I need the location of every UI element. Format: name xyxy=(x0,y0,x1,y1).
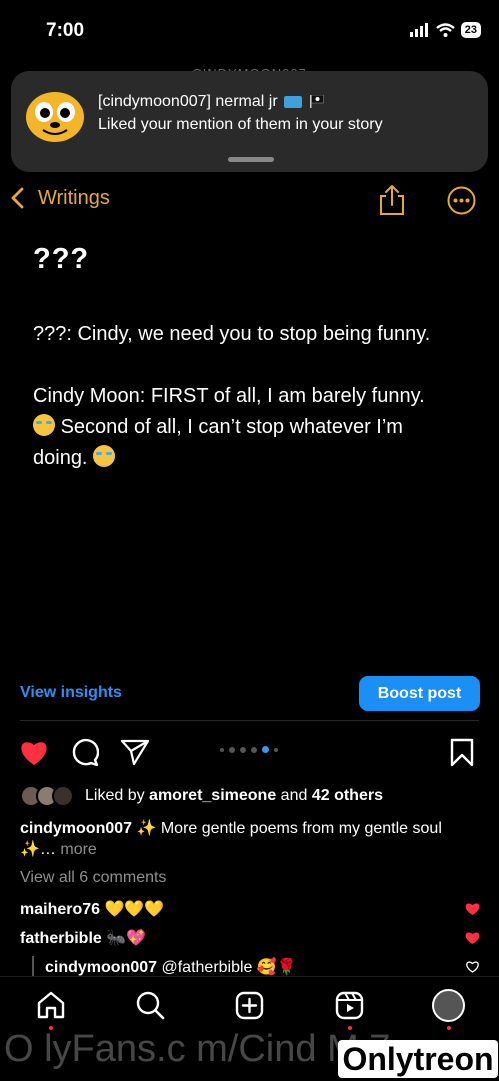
like-heart-icon[interactable] xyxy=(19,738,49,766)
profile-avatar[interactable] xyxy=(432,989,465,1022)
liker-username[interactable]: amoret_simeone xyxy=(149,787,276,804)
carousel-dot xyxy=(274,747,278,752)
post-caption: cindymoon007 ✨ More gentle poems from my… xyxy=(20,818,480,860)
note-body: ???: Cindy, we need you to stop being fu… xyxy=(33,319,473,474)
comment-username[interactable]: fatherbible xyxy=(20,930,102,947)
note-line-text: Second of all, I can’t stop whatever I’m xyxy=(60,416,403,438)
chevron-left-icon xyxy=(11,187,24,209)
view-insights-link[interactable]: View insights xyxy=(20,684,122,702)
likes-joiner: and xyxy=(280,787,308,804)
carousel-dot-active xyxy=(262,746,269,753)
notification-title-text: [cindymoon007] nermal jr xyxy=(98,93,278,110)
reply-text: @fatherbible 🥰🌹 xyxy=(161,959,297,976)
crying-emoji-icon xyxy=(33,414,55,436)
reels-icon[interactable] xyxy=(335,991,364,1020)
banner-grabber[interactable] xyxy=(228,157,274,162)
note-title: ??? xyxy=(33,243,90,275)
note-line: doing. xyxy=(33,443,473,474)
back-label: Writings xyxy=(38,186,110,209)
search-icon[interactable] xyxy=(135,990,165,1020)
bookmark-icon[interactable] xyxy=(450,738,474,767)
liker-avatars[interactable] xyxy=(20,785,80,807)
home-icon[interactable] xyxy=(36,991,66,1019)
status-icons: 23 xyxy=(409,22,481,38)
caption-more-link[interactable]: more xyxy=(60,841,96,858)
reply-row: cindymoon007 @fatherbible 🥰🌹 xyxy=(45,957,297,977)
notification-banner[interactable]: [cindymoon007] nermal jr Liked your ment… xyxy=(11,71,488,172)
back-button[interactable]: Writings xyxy=(10,186,110,210)
comment-row: fatherbible 🐜💖 xyxy=(20,928,146,948)
carousel-dot xyxy=(220,747,224,752)
reply-like-heart-icon[interactable] xyxy=(465,960,480,973)
reply-thread-line xyxy=(32,956,34,976)
notification-avatar xyxy=(26,92,84,142)
send-icon[interactable] xyxy=(120,738,150,766)
carousel-dot xyxy=(251,746,257,753)
profile-notification-dot xyxy=(447,1026,451,1030)
comment-like-heart-icon[interactable] xyxy=(464,930,481,945)
notification-body: Liked your mention of them in your story xyxy=(98,116,383,133)
pirate-flag-icon xyxy=(309,95,324,109)
note-line: Cindy Moon: FIRST of all, I am barely fu… xyxy=(33,385,425,407)
create-post-icon[interactable] xyxy=(235,991,264,1020)
carousel-dot xyxy=(229,746,235,753)
comment-like-heart-icon[interactable] xyxy=(464,901,481,916)
crying-emoji-icon xyxy=(93,445,116,467)
more-options-icon[interactable] xyxy=(447,186,476,215)
comment-row: maihero76 💛💛💛 xyxy=(20,899,164,919)
note-line: ???: Cindy, we need you to stop being fu… xyxy=(33,323,431,345)
comment-username[interactable]: maihero76 xyxy=(20,901,100,918)
notification-title: [cindymoon007] nermal jr xyxy=(98,93,324,111)
note-line: Second of all, I can’t stop whatever I’m xyxy=(33,412,473,443)
comment-text: 💛💛💛 xyxy=(104,901,165,918)
boost-post-button[interactable]: Boost post xyxy=(359,676,480,711)
comment-icon[interactable] xyxy=(71,738,99,766)
wifi-icon xyxy=(435,23,455,37)
likes-prefix: Liked by xyxy=(85,787,145,804)
reply-username[interactable]: cindymoon007 xyxy=(45,959,157,976)
comment-text: 🐜💖 xyxy=(106,930,147,947)
view-all-comments-link[interactable]: View all 6 comments xyxy=(20,869,166,887)
caption-username[interactable]: cindymoon007 xyxy=(20,820,132,837)
status-time: 7:00 xyxy=(46,20,85,41)
watermark-text: O lyFans.c m/Cind M 7 xyxy=(4,1028,391,1070)
watermark-logo: Onlytreon xyxy=(338,1040,498,1078)
divider xyxy=(20,720,479,721)
share-icon[interactable] xyxy=(378,184,406,216)
likes-others[interactable]: 42 others xyxy=(312,787,383,804)
flag-icon xyxy=(283,95,302,108)
signal-icon xyxy=(409,23,428,37)
battery-icon: 23 xyxy=(460,22,481,38)
carousel-dot xyxy=(240,746,246,753)
carousel-indicator xyxy=(220,746,278,753)
likes-summary[interactable]: Liked by amoret_simeone and 42 others xyxy=(85,787,383,805)
note-line-text: doing. xyxy=(33,447,88,469)
